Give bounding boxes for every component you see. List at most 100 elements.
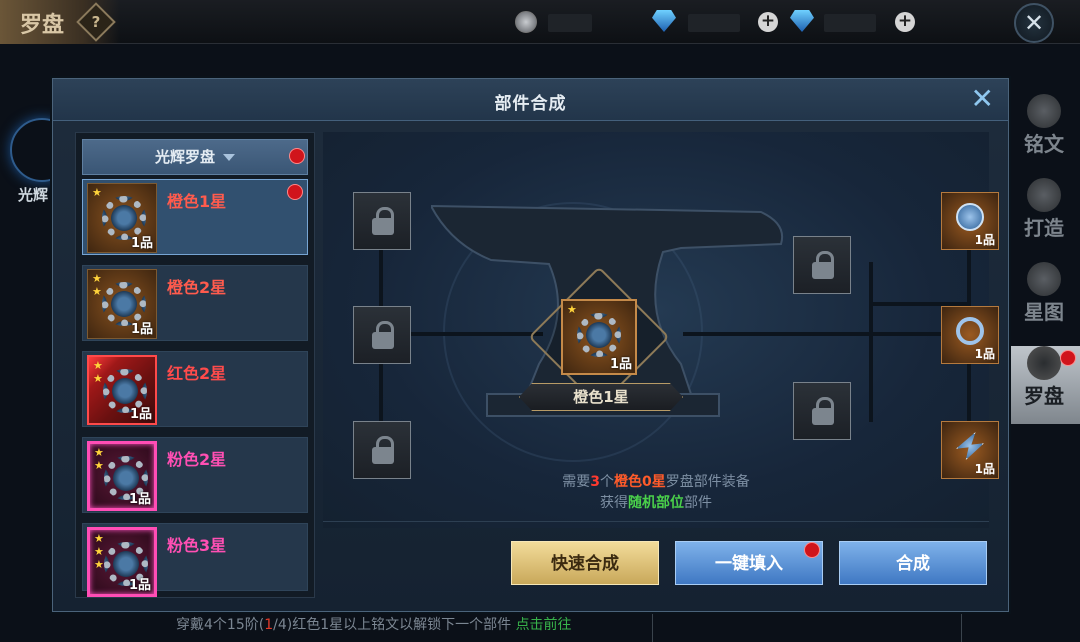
item-name: 橙色2星 bbox=[167, 278, 227, 297]
goto-link[interactable]: 点击前往 bbox=[516, 617, 572, 633]
requirement-text: 需要3个橙色0星罗盘部件装备 获得随机部位部件 bbox=[323, 472, 989, 514]
add-bound-diamond-button[interactable]: + bbox=[758, 12, 778, 32]
synthesize-button[interactable]: 合成 bbox=[839, 541, 987, 585]
result-part[interactable]: 1品 bbox=[941, 192, 999, 250]
item-name: 橙色1星 bbox=[167, 192, 227, 211]
star-icon: ★ bbox=[92, 272, 102, 285]
center-quality: 1品 bbox=[609, 357, 632, 372]
list-item[interactable]: ★ ★ ★ 1品 粉色3星 bbox=[82, 523, 308, 597]
req-text: 部件 bbox=[684, 495, 712, 511]
star-icon: ★ bbox=[94, 532, 104, 545]
result-quality: 1品 bbox=[974, 233, 995, 247]
hint-progress: 1 bbox=[264, 617, 274, 633]
ring-part-icon bbox=[956, 317, 984, 345]
item-name: 粉色2星 bbox=[167, 450, 227, 469]
diamond-amount bbox=[824, 14, 876, 32]
req-item: 橙色0星 bbox=[614, 474, 666, 490]
crafting-area: 1品 1品 1品 ★ 1品 橙色1星 需要3个橙色0星罗盘部件装备 获得随机部位… bbox=[323, 132, 999, 528]
bottom-panel bbox=[652, 612, 962, 642]
lock-icon bbox=[372, 321, 394, 349]
star-icon: ★ bbox=[94, 545, 104, 558]
material-slot[interactable] bbox=[793, 236, 851, 294]
req-text: 罗盘部件装备 bbox=[665, 474, 750, 490]
lock-icon bbox=[372, 436, 394, 464]
lock-icon bbox=[372, 207, 394, 235]
hint-text: 穿戴4个15阶( bbox=[176, 617, 265, 633]
req-text: 获得 bbox=[600, 495, 628, 511]
part-thumbnail: ★ ★ 1品 bbox=[87, 441, 157, 511]
part-thumbnail: ★ ★ 1品 bbox=[87, 355, 157, 425]
gear-icon bbox=[577, 313, 621, 357]
star-icon: ★ bbox=[94, 446, 104, 459]
unlock-hint: 穿戴4个15阶(1/4)红色1星以上铭文以解锁下一个部件 点击前往 bbox=[176, 614, 572, 634]
part-thumbnail: ★ ★ 1品 bbox=[87, 269, 157, 339]
list-item[interactable]: ★ ★ 1品 粉色2星 bbox=[82, 437, 308, 513]
button-label: 一键填入 bbox=[715, 554, 783, 574]
lock-icon bbox=[812, 251, 834, 279]
lock-icon bbox=[812, 397, 834, 425]
list-item[interactable]: ★ 1品 橙色1星 bbox=[82, 179, 308, 255]
item-quality: 1品 bbox=[129, 407, 152, 422]
top-bar: 罗盘 ? + + ✕ bbox=[0, 0, 1080, 44]
part-list: 光辉罗盘 ★ 1品 橙色1星 ★ ★ 1品 橙色2星 ★ ★ 1品 红色2星 ★ ★ … bbox=[75, 132, 315, 598]
forge-icon bbox=[1027, 178, 1061, 212]
right-tab-column: 铭文 打造 星图 罗盘 bbox=[1008, 88, 1080, 424]
silver-coin-icon bbox=[515, 11, 537, 33]
star-icon: ★ bbox=[93, 372, 103, 385]
tab-inscription[interactable]: 铭文 bbox=[1008, 94, 1080, 172]
material-slot[interactable] bbox=[353, 306, 411, 364]
dropdown-label: 光辉罗盘 bbox=[154, 148, 215, 166]
dialog-header: 部件合成 ✕ bbox=[53, 79, 1008, 121]
add-diamond-button[interactable]: + bbox=[895, 12, 915, 32]
result-part[interactable]: 1品 bbox=[941, 306, 999, 364]
center-part-slot[interactable]: ★ 1品 bbox=[561, 299, 637, 375]
item-quality: 1品 bbox=[128, 492, 151, 507]
item-name: 红色2星 bbox=[167, 364, 227, 383]
coin-amount bbox=[548, 14, 592, 32]
material-slot[interactable] bbox=[353, 192, 411, 250]
item-quality: 1品 bbox=[130, 236, 153, 251]
page-title: 罗盘 bbox=[20, 12, 65, 38]
shield-part-icon bbox=[956, 203, 984, 231]
item-name: 粉色3星 bbox=[167, 536, 227, 555]
tab-compass[interactable]: 罗盘 bbox=[1008, 346, 1080, 424]
bound-diamond-icon bbox=[652, 10, 676, 32]
compass-type-dropdown[interactable]: 光辉罗盘 bbox=[82, 139, 308, 175]
req-count: 3 bbox=[590, 474, 600, 490]
tab-label: 罗盘 bbox=[1024, 384, 1064, 408]
tab-forge[interactable]: 打造 bbox=[1008, 178, 1080, 256]
help-icon: ? bbox=[91, 13, 101, 31]
close-dialog-button[interactable]: ✕ bbox=[971, 85, 994, 113]
item-quality: 1品 bbox=[128, 578, 151, 593]
reward-text: 随机部位 bbox=[628, 495, 684, 511]
result-quality: 1品 bbox=[974, 347, 995, 361]
star-icon: ★ bbox=[92, 186, 102, 199]
notification-dot bbox=[804, 542, 820, 558]
material-slot[interactable] bbox=[353, 421, 411, 479]
close-page-button[interactable]: ✕ bbox=[1014, 3, 1054, 43]
material-slot[interactable] bbox=[793, 382, 851, 440]
center-part-name: 橙色1星 bbox=[519, 383, 683, 411]
list-item[interactable]: ★ ★ 1品 红色2星 bbox=[82, 351, 308, 427]
result-part[interactable]: 1品 bbox=[941, 421, 999, 479]
blade-part-icon bbox=[956, 432, 984, 460]
inscription-icon bbox=[1027, 94, 1061, 128]
list-item[interactable]: ★ ★ 1品 橙色2星 bbox=[82, 265, 308, 341]
star-icon: ★ bbox=[94, 459, 104, 472]
diamond-icon bbox=[790, 10, 814, 32]
tab-star-map[interactable]: 星图 bbox=[1008, 262, 1080, 340]
left-hint-label: 光辉 bbox=[18, 186, 49, 204]
req-text: 需要 bbox=[562, 474, 591, 490]
connector-line bbox=[869, 262, 873, 422]
bound-diamond-amount bbox=[688, 14, 740, 32]
tab-label: 打造 bbox=[1024, 216, 1064, 240]
req-text: 个 bbox=[600, 474, 614, 490]
quick-synthesis-button[interactable]: 快速合成 bbox=[511, 541, 659, 585]
compass-icon bbox=[1027, 346, 1061, 380]
notification-dot bbox=[1060, 350, 1076, 366]
star-map-icon bbox=[1027, 262, 1061, 296]
star-icon: ★ bbox=[93, 359, 103, 372]
star-icon: ★ bbox=[94, 558, 104, 571]
tab-label: 铭文 bbox=[1024, 132, 1064, 156]
auto-fill-button[interactable]: 一键填入 bbox=[675, 541, 823, 585]
